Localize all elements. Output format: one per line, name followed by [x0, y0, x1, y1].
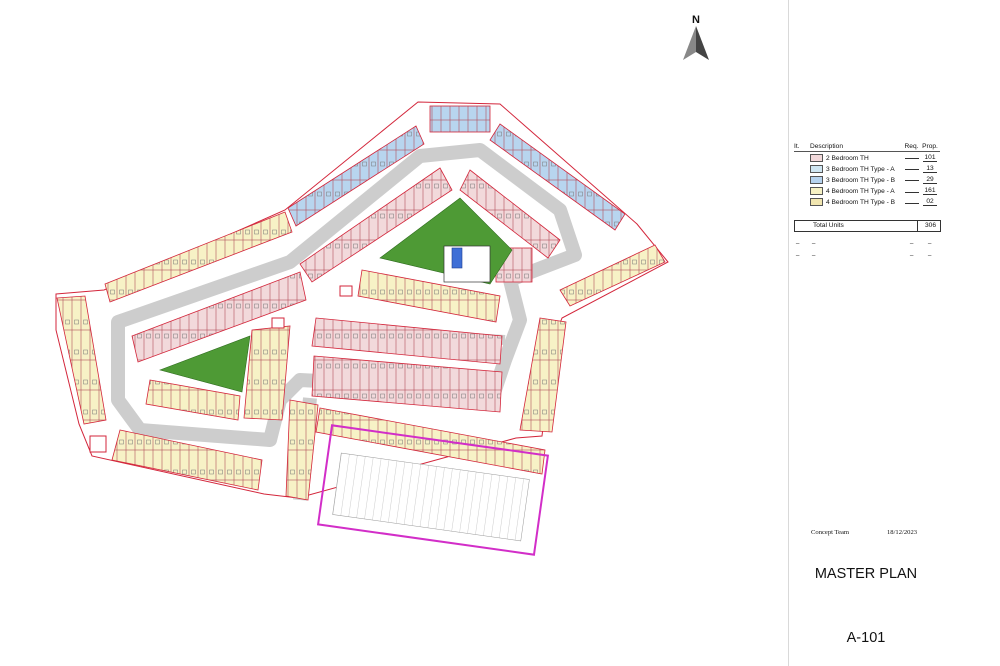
table-header-row: It. Description Req. Prop.: [794, 141, 940, 152]
row-required: [904, 202, 919, 204]
sheet-number: A-101: [846, 630, 886, 646]
row-required: [904, 191, 919, 193]
table-row: 2 Bedroom TH 101: [794, 152, 940, 164]
row-proposed: 161: [923, 187, 937, 196]
drawing-sheet: N It. Description Req. Prop. 2 Bedroom T…: [0, 0, 1000, 666]
header-description: Description: [810, 141, 903, 152]
total-units-value: 306: [924, 222, 936, 229]
sheet-title: MASTER PLAN: [814, 566, 918, 582]
table-row: 4 Bedroom TH Type - A 161: [794, 186, 940, 197]
townhouse-rows: [56, 105, 666, 501]
unit-schedule-table: It. Description Req. Prop. 2 Bedroom TH …: [794, 141, 940, 208]
row-proposed: 13: [923, 165, 937, 173]
master-plan-drawing: [55, 101, 669, 556]
row-description: 4 Bedroom TH Type - B: [826, 199, 896, 207]
header-proposed: Prop.: [920, 141, 940, 152]
row-description: 4 Bedroom TH Type - A: [826, 187, 895, 195]
table-row: 3 Bedroom TH Type - A 13: [794, 163, 940, 174]
table-row: 3 Bedroom TH Type - B 29: [794, 174, 940, 185]
color-swatch: [810, 164, 823, 173]
swimming-pool: [451, 247, 463, 269]
north-arrow-icon: [683, 26, 709, 60]
row-proposed: 101: [923, 153, 937, 162]
total-units-label: Total Units: [813, 222, 844, 229]
row-proposed: 02: [923, 198, 937, 207]
header-item: It.: [794, 141, 810, 152]
utility-plot: [271, 317, 285, 329]
row-proposed: 29: [923, 176, 937, 184]
utility-plot: [89, 435, 107, 453]
color-swatch: [810, 187, 823, 196]
north-arrow: N: [678, 14, 714, 66]
row-required: [904, 169, 919, 171]
row-required: [904, 180, 919, 182]
color-swatch: [810, 198, 823, 207]
header-required: Req.: [903, 141, 920, 152]
table-row: 4 Bedroom TH Type - B 02: [794, 197, 940, 208]
row-description: 2 Bedroom TH: [826, 154, 869, 162]
blank-schedule-row: _ _ _ _: [796, 250, 932, 256]
total-units-row: Total Units 306: [794, 220, 941, 232]
team-label: Concept Team: [811, 529, 850, 536]
date-label: 18/12/2023: [887, 529, 918, 536]
utility-plot: [339, 285, 353, 297]
north-label: N: [692, 14, 700, 26]
divider: [917, 221, 918, 231]
blank-schedule-row: _ _ _ _: [796, 238, 932, 244]
row-description: 3 Bedroom TH Type - A: [826, 165, 895, 173]
amenity-building: [443, 245, 491, 283]
row-required: [904, 158, 919, 160]
row-description: 3 Bedroom TH Type - B: [826, 176, 896, 184]
color-swatch: [810, 153, 823, 162]
color-swatch: [810, 175, 823, 184]
